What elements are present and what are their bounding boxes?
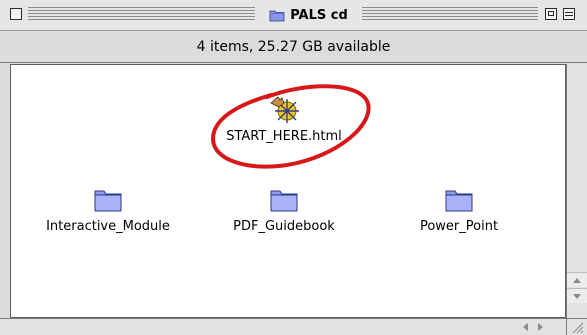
status-text: 4 items, 25.27 GB available — [196, 38, 391, 55]
folder-icon — [270, 190, 298, 212]
window-title: PALS cd — [290, 7, 348, 23]
title-bar[interactable]: PALS cd — [0, 0, 587, 31]
scroll-right-button[interactable] — [533, 320, 547, 334]
close-box[interactable] — [10, 8, 22, 20]
web-document-icon — [270, 96, 299, 123]
arrow-up-icon — [573, 277, 581, 283]
folder-item-power-point[interactable]: Power_Point — [409, 183, 509, 234]
title-bar-stripes — [362, 7, 538, 22]
folder-label: Power_Point — [419, 219, 499, 234]
resize-grip[interactable] — [566, 318, 587, 335]
finder-window: PALS cd 4 items, 25.27 GB available STAR… — [0, 0, 587, 335]
file-label: START_HERE.html — [226, 129, 342, 144]
resize-grip-icon — [572, 322, 584, 334]
vertical-scrollbar[interactable] — [566, 64, 587, 318]
folder-item-interactive-module[interactable]: Interactive_Module — [33, 183, 183, 234]
folder-label: Interactive_Module — [46, 219, 170, 234]
folder-item-pdf-guidebook[interactable]: PDF_Guidebook — [229, 183, 339, 234]
folder-label: PDF_Guidebook — [233, 219, 335, 234]
folder-icon — [445, 190, 473, 212]
scroll-up-button[interactable] — [567, 272, 587, 287]
arrow-right-icon — [537, 323, 543, 331]
horizontal-scrollbar[interactable] — [0, 318, 566, 335]
file-item-start-here[interactable]: START_HERE.html — [209, 91, 359, 144]
title-bar-stripes — [28, 7, 255, 22]
zoom-box[interactable] — [545, 8, 557, 20]
status-bar: 4 items, 25.27 GB available — [0, 31, 587, 63]
cd-folder-icon — [269, 10, 285, 22]
arrow-down-icon — [573, 293, 581, 299]
window-title-group: PALS cd — [255, 5, 362, 25]
arrow-left-icon — [522, 323, 528, 331]
scroll-left-button[interactable] — [518, 320, 532, 334]
folder-content: START_HERE.html Interactive_Module PDF_G… — [10, 64, 566, 318]
scroll-down-button[interactable] — [567, 288, 587, 303]
folder-icon — [94, 190, 122, 212]
collapse-box[interactable] — [563, 8, 575, 20]
